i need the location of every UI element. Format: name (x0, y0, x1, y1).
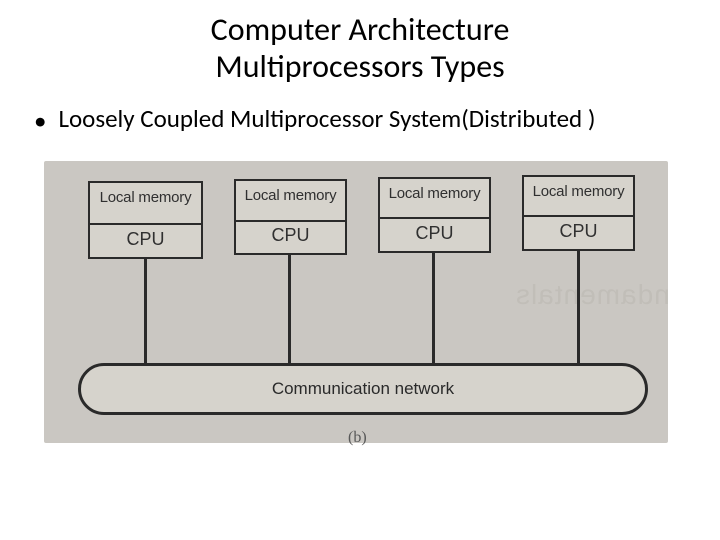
node-4-divider (524, 215, 633, 217)
bullet-text: Loosely Coupled Multiprocessor System(Di… (58, 104, 595, 134)
node-2-cpu-label: CPU (236, 225, 345, 246)
connector-1 (144, 259, 147, 371)
node-box-4: Local memory CPU (522, 175, 635, 251)
node-1-cpu-label: CPU (90, 229, 201, 250)
bullet-dot-icon: • (34, 106, 46, 136)
bullet-item: • Loosely Coupled Multiprocessor System(… (34, 104, 690, 136)
node-3-divider (380, 217, 489, 219)
node-2-divider (236, 220, 345, 222)
connector-3 (432, 253, 435, 366)
node-4-mem-label: Local memory (524, 183, 633, 200)
figure-sublabel: (b) (348, 429, 367, 447)
node-box-2: Local memory CPU (234, 179, 347, 255)
node-box-3: Local memory CPU (378, 177, 491, 253)
network-label: Communication network (81, 379, 645, 399)
node-2-mem-label: Local memory (236, 187, 345, 204)
node-4-cpu-label: CPU (524, 221, 633, 242)
connector-2 (288, 255, 291, 369)
communication-network: Communication network (78, 363, 648, 415)
diagram: ndamentals Local memory CPU Local memory… (44, 161, 668, 443)
node-3-cpu-label: CPU (380, 223, 489, 244)
diagram-inner: ndamentals Local memory CPU Local memory… (44, 161, 668, 443)
node-3-mem-label: Local memory (380, 185, 489, 202)
node-1-mem-label: Local memory (90, 189, 201, 206)
node-box-1: Local memory CPU (88, 181, 203, 259)
slide-title: Computer Architecture Multiprocessors Ty… (140, 12, 580, 86)
connector-4 (577, 251, 580, 364)
title-line-1: Computer Architecture (211, 10, 510, 49)
slide: Computer Architecture Multiprocessors Ty… (0, 0, 720, 540)
ghost-text: ndamentals (515, 279, 670, 311)
title-line-2: Multiprocessors Types (215, 47, 504, 86)
node-1-divider (90, 223, 201, 225)
